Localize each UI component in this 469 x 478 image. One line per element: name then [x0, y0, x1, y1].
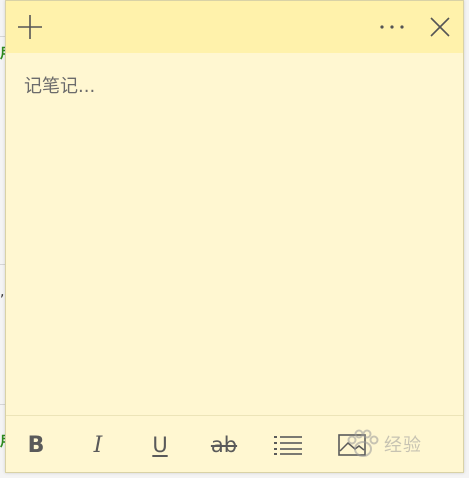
- image-icon: [338, 434, 366, 456]
- note-placeholder: 记笔记...: [24, 76, 96, 97]
- strikethrough-button[interactable]: ab: [206, 430, 242, 460]
- bullet-list-icon: [274, 436, 302, 455]
- note-text-area[interactable]: 记笔记...: [24, 75, 444, 99]
- bullet-list-button[interactable]: [270, 430, 306, 460]
- italic-button[interactable]: I: [84, 430, 112, 460]
- plus-icon: [18, 15, 42, 39]
- underline-button[interactable]: U: [146, 430, 174, 460]
- insert-image-button[interactable]: [334, 430, 370, 460]
- close-icon: [430, 17, 450, 37]
- sticky-note-window: 记笔记... B I U ab: [5, 0, 464, 473]
- close-note-button[interactable]: [422, 9, 458, 45]
- ellipsis-icon: [380, 25, 404, 29]
- note-titlebar[interactable]: [6, 1, 463, 53]
- formatting-toolbar: B I U ab: [6, 415, 463, 472]
- bold-button[interactable]: B: [22, 430, 50, 460]
- menu-button[interactable]: [374, 9, 410, 45]
- new-note-button[interactable]: [12, 9, 48, 45]
